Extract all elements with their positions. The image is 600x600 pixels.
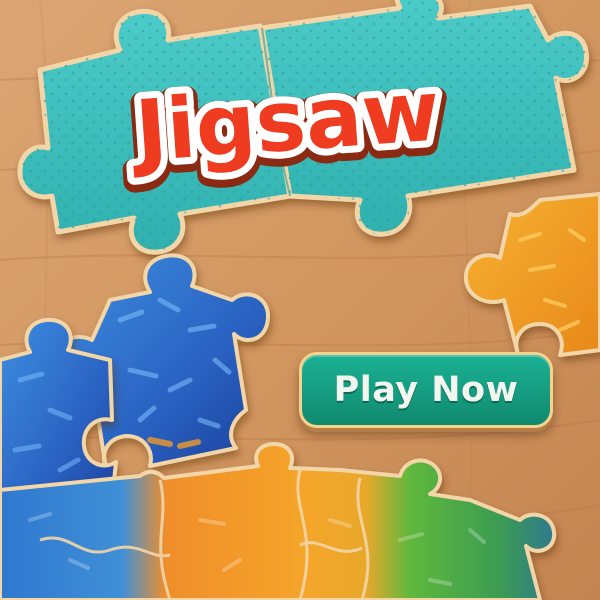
play-now-label: Play Now (333, 370, 519, 410)
game-cover: Jigsaw Jigsaw Jigsaw Play Now (0, 0, 600, 600)
game-title: Jigsaw Jigsaw Jigsaw (114, 50, 462, 203)
play-now-button[interactable]: Play Now (299, 352, 553, 428)
